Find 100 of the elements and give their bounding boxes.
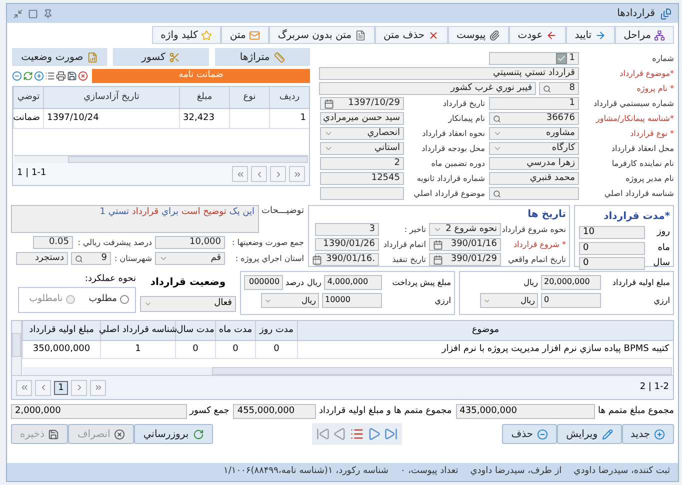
dropdown-field[interactable]: استاني <box>320 142 404 155</box>
list-icon[interactable] <box>350 427 364 441</box>
dropdown-field[interactable]: ريال <box>261 293 319 308</box>
column-header[interactable]: مدت روز <box>255 321 297 340</box>
action-button[interactable]: بروزرساني <box>134 424 213 444</box>
text-field[interactable]: سيد حسن ميرمرادي <box>320 112 404 125</box>
field-label: ارزي <box>434 294 451 306</box>
toolbar-button[interactable]: پيوست <box>448 26 509 44</box>
dropdown-field[interactable]: نحوه شروع 2 <box>429 223 501 236</box>
first-page-button[interactable] <box>16 380 32 396</box>
lookup-field[interactable]: 8 <box>539 82 579 95</box>
text-field[interactable]: فيبر نوري غرب کشور <box>319 82 536 95</box>
column-header[interactable]: موضوع <box>297 321 673 340</box>
text-field[interactable]: قرارداد تستي پتنسيتي <box>319 67 579 80</box>
column-header[interactable]: شناسه قرارداد اصلي <box>100 321 175 340</box>
number-field[interactable]: 10 <box>579 226 645 240</box>
last-page-button[interactable] <box>90 380 106 396</box>
dropdown-field[interactable]: فعال <box>140 296 236 312</box>
amount-field[interactable]: 20,000,000 <box>541 275 601 290</box>
tool-button[interactable]: صورت وضعيت <box>12 48 108 66</box>
column-header[interactable]: مبلغ <box>179 87 229 108</box>
vertical-scrollbar[interactable] <box>12 321 22 375</box>
dropdown-field[interactable]: کارگاه <box>489 142 579 155</box>
add-icon[interactable] <box>34 71 44 81</box>
description-text[interactable]: اين يک توضيح است براي قرارداد تستي 1 <box>11 205 259 233</box>
page-button[interactable]: 1 <box>54 380 68 394</box>
remove-icon <box>537 428 548 440</box>
toolbar-button[interactable]: تاييد <box>566 26 615 44</box>
toolbar-button[interactable]: حذف متن <box>374 26 448 44</box>
amount-field[interactable]: 4,000,000 <box>324 275 382 290</box>
amount-field[interactable]: 10000 <box>322 293 382 308</box>
lookup-field[interactable] <box>489 187 579 200</box>
save-icon[interactable] <box>67 71 77 81</box>
toolbar-button[interactable]: کليد واژه <box>152 26 221 44</box>
tool-button[interactable]: کسور <box>113 48 209 66</box>
text-field[interactable]: 0.05 <box>33 236 73 249</box>
text-field[interactable]: 10,000 <box>155 236 225 249</box>
dropdown-field[interactable]: قم <box>155 252 225 265</box>
text-field[interactable]: 1 <box>489 97 579 110</box>
number-field[interactable]: 0 <box>579 242 645 255</box>
field-label: تاريخ اتمام واقعي <box>508 254 566 265</box>
maximize-icon[interactable] <box>28 8 38 18</box>
column-header[interactable]: نوع <box>229 87 269 108</box>
column-header[interactable]: رديف <box>269 87 309 108</box>
first-record-icon[interactable] <box>316 427 330 441</box>
percent-field[interactable]: 000000 <box>244 275 283 290</box>
pin-icon[interactable] <box>43 8 53 18</box>
column-header[interactable]: توضي <box>13 87 43 108</box>
first-page-icon <box>20 383 28 392</box>
date-field[interactable]: 390/01/29 <box>429 253 501 266</box>
field-label: تاخير : <box>404 224 426 235</box>
field-label: * شروع قرارداد <box>513 239 566 250</box>
restore-icon[interactable] <box>13 8 23 18</box>
dropdown-field[interactable]: انحصاري <box>320 127 404 140</box>
text-field[interactable] <box>320 187 404 200</box>
radio-option[interactable]: مطلوب <box>88 292 129 306</box>
previous-record-icon[interactable] <box>333 427 348 441</box>
next-record-icon[interactable] <box>367 427 382 441</box>
date-field[interactable]: .390/01/16 <box>315 253 379 266</box>
text-field[interactable]: محمد قنبري <box>489 172 579 185</box>
printer-icon[interactable] <box>56 71 66 81</box>
close-icon[interactable] <box>78 71 88 81</box>
date-field[interactable]: 390/01/16 <box>429 238 501 251</box>
toolbar-button[interactable]: متن بدون سربرگ <box>268 26 375 44</box>
text-field[interactable]: 1390/01/26 <box>315 238 379 251</box>
action-button[interactable]: ويرايش <box>557 424 622 444</box>
column-header[interactable]: مدت ماه <box>215 321 255 340</box>
field-label: وضعيت قرارداد <box>149 276 227 290</box>
column-header[interactable]: تاريخ آزادسازي <box>43 87 179 108</box>
first-page-button[interactable] <box>289 166 305 182</box>
dropdown-field[interactable]: ريال <box>480 293 538 308</box>
action-button[interactable]: حذف <box>502 424 558 444</box>
toolbar-button[interactable]: عودت <box>508 26 566 44</box>
lookup-field[interactable]: 9 <box>71 252 111 265</box>
text-field[interactable]: 12545 <box>320 172 404 185</box>
text-field[interactable]: زهرا مدرسي <box>489 157 579 170</box>
lookup-field[interactable]: 36676 <box>489 112 579 125</box>
calendar-icon <box>324 98 334 108</box>
tool-button[interactable]: متراژها <box>214 48 310 66</box>
toolbar-button[interactable]: مراحل <box>614 26 674 44</box>
number-field[interactable]: 1 <box>489 52 579 65</box>
remove-icon[interactable] <box>12 71 22 81</box>
dropdown-field[interactable]: مشاوره <box>489 127 579 140</box>
toolbar-button[interactable]: متن <box>220 26 269 44</box>
text-field[interactable]: 2 <box>320 157 404 170</box>
text-field[interactable]: دستجرد <box>16 252 68 265</box>
horizontal-scrollbar[interactable] <box>14 155 308 163</box>
horizontal-scrollbar[interactable] <box>23 367 672 375</box>
checkbox[interactable] <box>556 53 568 64</box>
text-field[interactable]: 3 <box>315 223 379 236</box>
date-field[interactable]: 1397/10/29 <box>320 97 404 110</box>
number-field[interactable]: 0 <box>579 257 645 270</box>
refresh-icon[interactable] <box>23 71 33 81</box>
amount-field[interactable]: 0 <box>541 293 601 308</box>
last-record-icon[interactable] <box>384 427 398 441</box>
last-page-button[interactable] <box>232 166 248 182</box>
column-header[interactable]: مدت سال <box>175 321 215 340</box>
list-icon[interactable] <box>45 71 55 81</box>
pager-text: 1 | 1-1 <box>17 167 46 180</box>
action-button[interactable]: جديد <box>622 424 674 444</box>
